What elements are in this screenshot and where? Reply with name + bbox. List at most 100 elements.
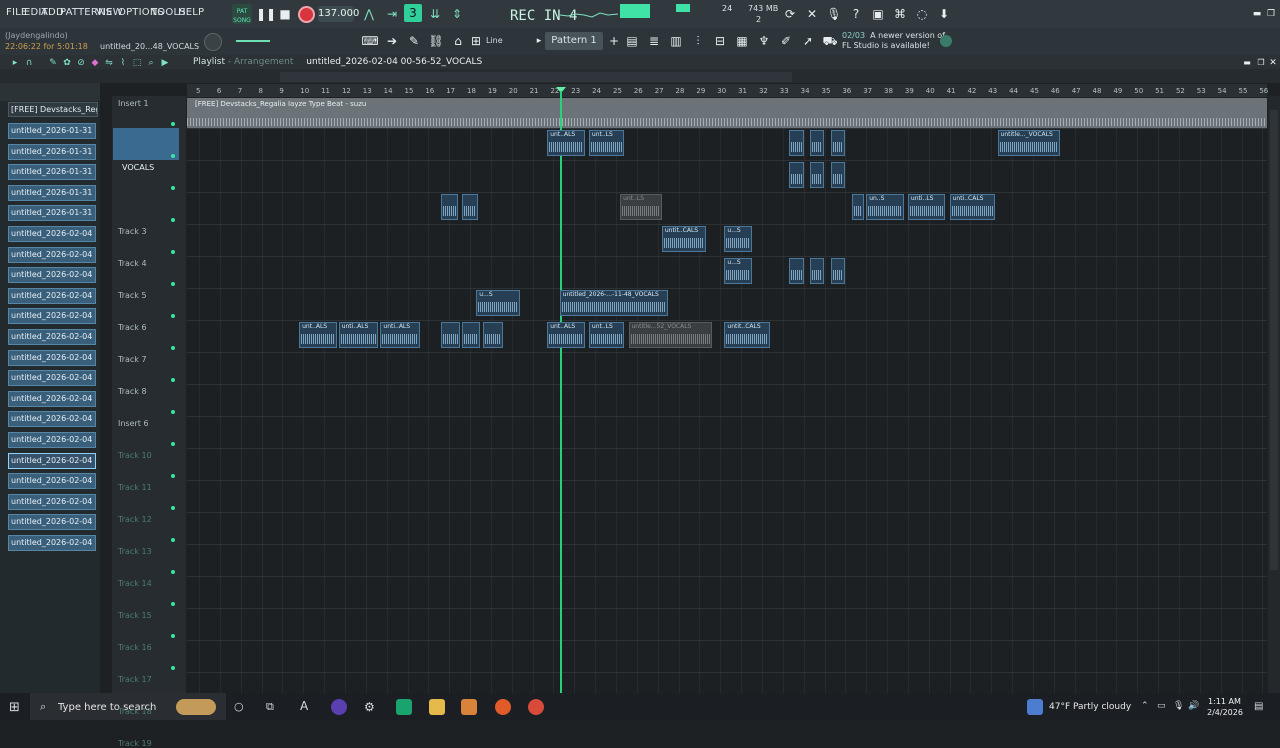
- track-label[interactable]: Track 16: [118, 643, 152, 652]
- track-mute-led[interactable]: [171, 538, 175, 542]
- track-mute-led[interactable]: [171, 442, 175, 446]
- audio-clip[interactable]: [440, 322, 460, 348]
- track-mute-led[interactable]: [171, 666, 175, 670]
- browser-item[interactable]: untitled_2026-02-04 00-...: [8, 370, 96, 387]
- browser-item[interactable]: untitled_2026-02-04 00-...: [8, 267, 96, 284]
- wand-icon[interactable]: ✐: [777, 32, 795, 50]
- browser-item[interactable]: untitled_2026-02-04 01-...: [8, 535, 96, 551]
- track-mute-led[interactable]: [171, 186, 175, 190]
- browser-folder[interactable]: [FREE] Devstacks_Regalia: [8, 102, 98, 117]
- track-label[interactable]: Track 13: [118, 547, 152, 556]
- pattern-selector[interactable]: Pattern 1: [545, 32, 603, 50]
- browser-item[interactable]: untitled_2026-02-04 00-...: [8, 329, 96, 345]
- song-mode-toggle[interactable]: PAT SONG: [232, 4, 252, 24]
- snap-select[interactable]: Line: [486, 36, 503, 45]
- audio-clip[interactable]: unt..LS: [620, 194, 662, 220]
- audio-clip[interactable]: unt..ALS: [547, 322, 585, 348]
- browser-item[interactable]: untitled_2026-01-31 00-...: [8, 123, 96, 139]
- audio-clip-beat[interactable]: [FREE] Devstacks_Regalia Iayze Type Beat…: [187, 98, 1267, 128]
- master-pitch-slider[interactable]: [236, 40, 270, 42]
- audio-clip[interactable]: u...S: [724, 226, 752, 252]
- track-label[interactable]: Track 3: [118, 227, 147, 236]
- audio-clip[interactable]: untitle..._VOCALS: [997, 130, 1061, 156]
- browser-item[interactable]: untitled_2026-01-31 00-...: [8, 143, 96, 160]
- track-mute-led[interactable]: [171, 378, 175, 382]
- wait-icon[interactable]: ⇥: [383, 5, 401, 23]
- audio-clip[interactable]: u...S: [724, 258, 752, 284]
- maximize-icon[interactable]: ❐: [1262, 5, 1280, 23]
- track-label[interactable]: Track 8: [118, 387, 147, 396]
- track-mute-led[interactable]: [171, 634, 175, 638]
- tempo-display[interactable]: 137.000: [318, 6, 359, 22]
- track-mute-led[interactable]: [171, 346, 175, 350]
- vertical-scroll-thumb[interactable]: [1270, 110, 1278, 570]
- chrome-icon[interactable]: [528, 699, 544, 715]
- volume-icon[interactable]: 🔊: [1188, 701, 1199, 711]
- track-label[interactable]: Insert 6: [118, 419, 149, 428]
- save-icon[interactable]: ▣: [869, 5, 887, 23]
- file-explorer-icon[interactable]: [429, 699, 445, 715]
- browser-item[interactable]: untitled_2026-02-04 00-...: [8, 246, 96, 263]
- discord-icon[interactable]: [331, 699, 347, 715]
- track-label[interactable]: Track 12: [118, 515, 152, 524]
- track-mute-led[interactable]: [171, 602, 175, 606]
- mic-tray-icon[interactable]: 🎙: [1173, 701, 1184, 711]
- loop-record-icon[interactable]: ⇊: [426, 5, 444, 23]
- track-mute-led[interactable]: [171, 218, 175, 222]
- browser-item[interactable]: untitled_2026-02-04 00-...: [8, 411, 96, 428]
- shop-icon[interactable]: ⛟: [821, 32, 839, 50]
- browser-item[interactable]: untitled_2026-01-31 00-...: [8, 164, 96, 181]
- playlist-grid[interactable]: [187, 96, 1267, 693]
- browser-item[interactable]: untitled_2026-01-31 00-...: [8, 205, 96, 222]
- countdown-icon[interactable]: 3: [404, 4, 422, 22]
- audio-clip[interactable]: [789, 258, 804, 284]
- audio-clip[interactable]: [851, 194, 865, 220]
- audio-clip[interactable]: [830, 258, 846, 284]
- audio-clip[interactable]: unt..ALS: [547, 130, 585, 156]
- track-label[interactable]: Track 4: [118, 259, 147, 268]
- mixer-icon[interactable]: ✕: [803, 5, 821, 23]
- audio-clip[interactable]: untitle...52_VOCALS: [628, 322, 712, 348]
- audio-clip[interactable]: [482, 322, 504, 348]
- plugin-picker-icon[interactable]: ▦: [733, 32, 751, 50]
- plugin-icon[interactable]: ⌘: [891, 5, 909, 23]
- download-icon[interactable]: ⬇: [935, 5, 953, 23]
- browser-item[interactable]: untitled_2026-02-04 00-...: [8, 349, 96, 366]
- track-mute-led[interactable]: [171, 282, 175, 286]
- browser-item[interactable]: untitled_2026-02-04 01-...: [8, 514, 96, 531]
- weather-text[interactable]: 47°F Partly cloudy: [1049, 702, 1131, 712]
- clock-time[interactable]: 1:11 AM: [1208, 697, 1241, 706]
- browser-item[interactable]: untitled_2026-02-04 00-...: [8, 432, 96, 448]
- browser-item[interactable]: untitled_2026-02-04 01-...: [8, 493, 96, 510]
- settings-icon[interactable]: ⚙: [364, 700, 375, 714]
- audio-clip[interactable]: unti..ALS: [380, 322, 420, 348]
- track-label[interactable]: VOCALS: [122, 163, 154, 172]
- refresh-icon[interactable]: ⟳: [781, 5, 799, 23]
- network-icon[interactable]: ▭: [1157, 701, 1166, 711]
- typing-keyboard-icon[interactable]: ⇕: [448, 5, 466, 23]
- help-icon[interactable]: ?: [847, 5, 865, 23]
- track-label[interactable]: Track 11: [118, 483, 152, 492]
- browser-item[interactable]: untitled_2026-02-04 00-...: [8, 308, 96, 325]
- track-label[interactable]: Track 10: [118, 451, 152, 460]
- clock-date[interactable]: 2/4/2026: [1207, 708, 1243, 717]
- track-label[interactable]: Track 15: [118, 611, 152, 620]
- cortana-icon[interactable]: ○: [234, 700, 244, 713]
- fl-studio-icon[interactable]: [461, 699, 477, 715]
- piano-icon[interactable]: ⌨: [361, 32, 379, 50]
- mic-icon[interactable]: 🎙: [825, 5, 843, 23]
- audio-clip[interactable]: unt..ALS: [299, 322, 337, 348]
- notifications-icon[interactable]: ▤: [1254, 701, 1263, 712]
- track-mute-led[interactable]: [171, 154, 175, 158]
- audio-clip[interactable]: un..S: [866, 194, 904, 220]
- piano-roll-icon[interactable]: ▥: [667, 32, 685, 50]
- track-label[interactable]: Track 19: [118, 739, 152, 748]
- track-mute-led[interactable]: [171, 250, 175, 254]
- add-pattern-icon[interactable]: +: [605, 32, 623, 50]
- track-label[interactable]: Track 6: [118, 323, 147, 332]
- mixer-view-icon[interactable]: ⫶: [689, 32, 707, 50]
- track-label[interactable]: Insert 1: [118, 99, 149, 108]
- track-mute-led[interactable]: [171, 570, 175, 574]
- playlist-icon[interactable]: ▤: [623, 32, 641, 50]
- flex-icon[interactable]: ➚: [799, 32, 817, 50]
